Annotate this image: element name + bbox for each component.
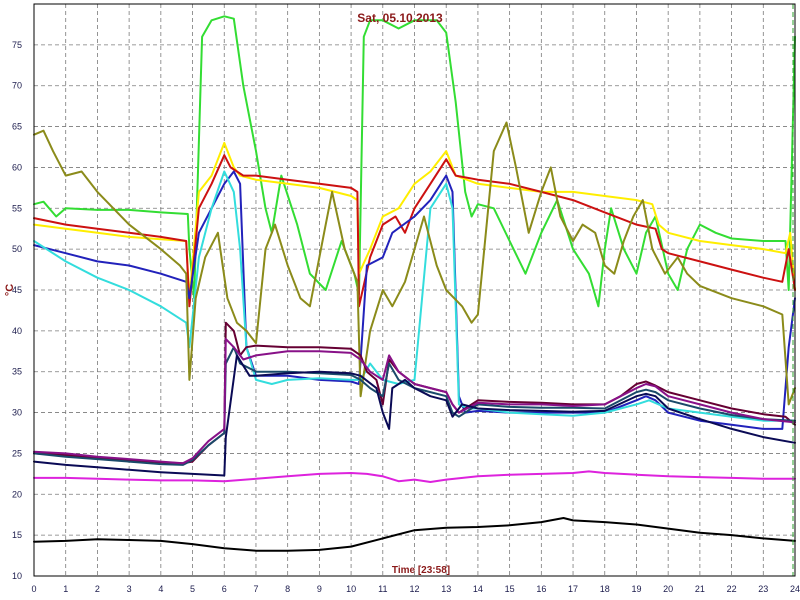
x-tick-label: 15 xyxy=(505,584,515,594)
x-tick-label: 1 xyxy=(63,584,68,594)
y-tick-label: 20 xyxy=(12,489,22,499)
x-tick-label: 17 xyxy=(568,584,578,594)
y-tick-label: 70 xyxy=(12,81,22,91)
x-tick-label: 18 xyxy=(600,584,610,594)
x-tick-label: 23 xyxy=(758,584,768,594)
y-tick-label: 75 xyxy=(12,40,22,50)
x-tick-label: 10 xyxy=(346,584,356,594)
x-tick-label: 19 xyxy=(631,584,641,594)
x-tick-label: 9 xyxy=(317,584,322,594)
x-tick-label: 16 xyxy=(536,584,546,594)
chart-title: Sat, 05.10.2013 xyxy=(357,11,443,25)
x-tick-label: 13 xyxy=(441,584,451,594)
x-tick-label: 3 xyxy=(127,584,132,594)
y-tick-label: 65 xyxy=(12,122,22,132)
y-tick-label: 60 xyxy=(12,162,22,172)
y-tick-label: 55 xyxy=(12,203,22,213)
y-tick-label: 35 xyxy=(12,367,22,377)
x-tick-label: 8 xyxy=(285,584,290,594)
x-tick-label: 4 xyxy=(158,584,163,594)
x-tick-label: 7 xyxy=(253,584,258,594)
chart-background xyxy=(0,0,800,600)
x-tick-label: 2 xyxy=(95,584,100,594)
x-tick-label: 0 xyxy=(31,584,36,594)
temperature-chart: 1015202530354045505560657075 01234567891… xyxy=(0,0,800,600)
x-tick-label: 21 xyxy=(695,584,705,594)
y-axis-label: °C xyxy=(4,284,16,296)
x-tick-label: 11 xyxy=(378,584,387,594)
y-tick-label: 30 xyxy=(12,408,22,418)
x-tick-label: 14 xyxy=(473,584,483,594)
x-tick-label: 20 xyxy=(663,584,673,594)
y-tick-label: 15 xyxy=(12,530,22,540)
x-tick-label: 22 xyxy=(727,584,737,594)
y-tick-label: 10 xyxy=(12,571,22,581)
x-tick-label: 5 xyxy=(190,584,195,594)
x-tick-label: 24 xyxy=(790,584,800,594)
y-tick-label: 25 xyxy=(12,448,22,458)
y-tick-label: 40 xyxy=(12,326,22,336)
x-axis-label: Time [23:58] xyxy=(392,565,450,576)
x-tick-label: 12 xyxy=(409,584,419,594)
x-tick-label: 6 xyxy=(222,584,227,594)
y-tick-label: 50 xyxy=(12,244,22,254)
